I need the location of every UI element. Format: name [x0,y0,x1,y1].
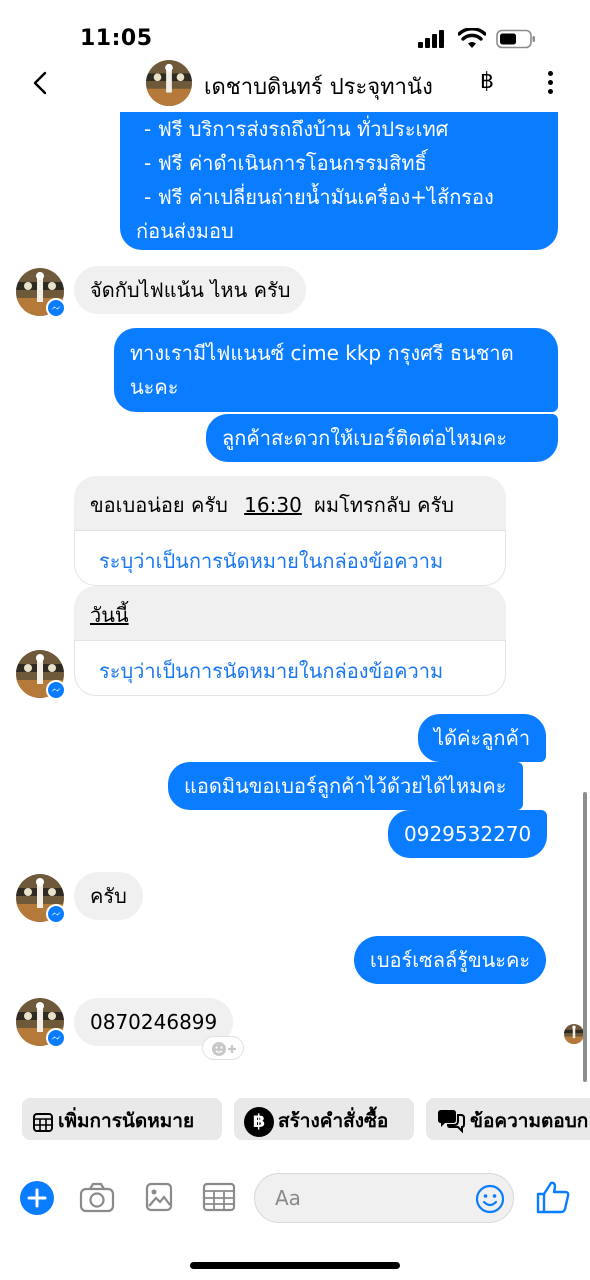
chat-header: เดชาบดินทร์ ประจุทานัง ฿ [0,56,590,112]
appointment-time[interactable]: 16:30 [244,493,302,517]
message-text: - ฟรี ค่าเปลี่ยนถ่ายน้ำมันเครื่อง+ไส้กรอ… [144,185,494,209]
calendar-grid-icon[interactable] [200,1180,238,1214]
message-text: - ฟรี ค่าดำเนินการโอนกรรมสิทธิ์ [144,151,427,175]
message-text: 0929532270 [404,822,532,846]
back-icon[interactable] [26,68,56,98]
outgoing-message[interactable]: เบอร์เซลล์รู้ขนะคะ [354,936,547,984]
chat-bubbles-icon [436,1109,466,1135]
appointment-card[interactable]: ขอเบอน่อย ครับ 16:30 ผมโทรกลับ ครับ ระบุ… [74,476,506,586]
message-text: จัดกับไฟแน้น ไหน ครับ [90,278,291,302]
outgoing-message[interactable]: ทางเรามีไฟแนนซ์ cime kkp กรุงศรี ธนชาต น… [114,328,558,412]
status-bar: 11:05 [0,0,590,56]
baht-icon[interactable]: ฿ [480,69,494,94]
mark-appointment-link[interactable]: ระบุว่าเป็นการนัดหมายในกล่องข้อความ [74,640,506,696]
message-thread[interactable]: - ฟรี บริการส่งรถถึงบ้าน ทั่วประเทศ - ฟร… [0,112,590,1092]
contact-name[interactable]: เดชาบดินทร์ ประจุทานัง [204,69,433,104]
more-icon[interactable] [540,68,560,98]
mark-appointment-link[interactable]: ระบุว่าเป็นการนัดหมายในกล่องข้อความ [74,530,506,586]
saved-reply-label: ข้อความตอบก [470,1110,589,1132]
message-text: ทางเรามีไฟแนนซ์ cime kkp กรุงศรี ธนชาต [130,341,514,365]
add-appointment-label: เพิ่มการนัดหมาย [58,1110,195,1132]
messenger-icon [46,1028,66,1048]
message-text: ได้ค่ะลูกค้า [434,726,531,750]
message-text: เบอร์เซลล์รู้ขนะคะ [370,948,531,972]
wifi-icon [457,27,487,50]
saved-reply-button[interactable]: ข้อความตอบก [426,1098,590,1140]
message-text: ขอเบอน่อย ครับ [90,493,228,517]
signal-icon [418,30,448,48]
appointment-message: ขอเบอน่อย ครับ 16:30 ผมโทรกลับ ครับ [74,476,506,530]
appointment-card[interactable]: วันนี้ ระบุว่าเป็นการนัดหมายในกล่องข้อคว… [74,586,506,696]
message-text: แอดมินขอเบอร์ลูกค้าไว้ด้วยได้ไหมคะ [184,774,507,798]
message-text: 0870246899 [90,1010,218,1034]
status-time: 11:05 [80,26,153,51]
appointment-date[interactable]: วันนี้ [90,603,129,627]
outgoing-message[interactable]: ลูกค้าสะดวกให้เบอร์ติดต่อไหมคะ [206,414,558,462]
quick-actions: เพิ่มการนัดหมาย ฿สร้างคำสั่งซื้อ ข้อความ… [0,1098,590,1144]
outgoing-message[interactable]: ได้ค่ะลูกค้า [418,714,547,762]
composer [0,1168,590,1228]
message-text: ผมโทรกลับ ครับ [314,493,454,517]
outgoing-message[interactable]: 0929532270 [388,810,548,858]
outgoing-message[interactable]: แอดมินขอเบอร์ลูกค้าไว้ด้วยได้ไหมคะ [168,762,523,810]
image-icon[interactable] [140,1180,178,1214]
message-text: ครับ [90,884,127,908]
calendar-icon [32,1111,54,1133]
contact-avatar[interactable] [146,60,192,106]
baht-icon: ฿ [244,1106,274,1137]
appointment-message: วันนี้ [74,586,506,640]
add-reaction-icon[interactable] [202,1036,244,1060]
messenger-icon [46,680,66,700]
message-text: ลูกค้าสะดวกให้เบอร์ติดต่อไหมคะ [222,426,508,450]
outgoing-message[interactable]: - ฟรี บริการส่งรถถึงบ้าน ทั่วประเทศ - ฟร… [120,112,558,250]
add-appointment-button[interactable]: เพิ่มการนัดหมาย [22,1098,222,1140]
messenger-icon [46,904,66,924]
read-receipt-avatar [564,1024,584,1044]
camera-icon[interactable] [78,1180,116,1214]
plus-icon[interactable] [20,1181,54,1215]
messenger-icon [46,298,66,318]
create-order-label: สร้างคำสั่งซื้อ [278,1110,389,1132]
battery-icon [496,29,536,49]
create-order-button[interactable]: ฿สร้างคำสั่งซื้อ [234,1098,414,1140]
scrollbar[interactable] [583,792,587,1082]
message-text: - ฟรี บริการส่งรถถึงบ้าน ทั่วประเทศ [144,117,449,141]
message-text: นะคะ [130,375,179,399]
incoming-message[interactable]: ครับ [74,872,143,920]
emoji-icon[interactable] [474,1183,506,1215]
message-text: ก่อนส่งมอบ [136,219,234,243]
home-indicator [190,1262,400,1269]
incoming-message[interactable]: จัดกับไฟแน้น ไหน ครับ [74,266,307,314]
thumbs-up-icon[interactable] [534,1178,572,1216]
